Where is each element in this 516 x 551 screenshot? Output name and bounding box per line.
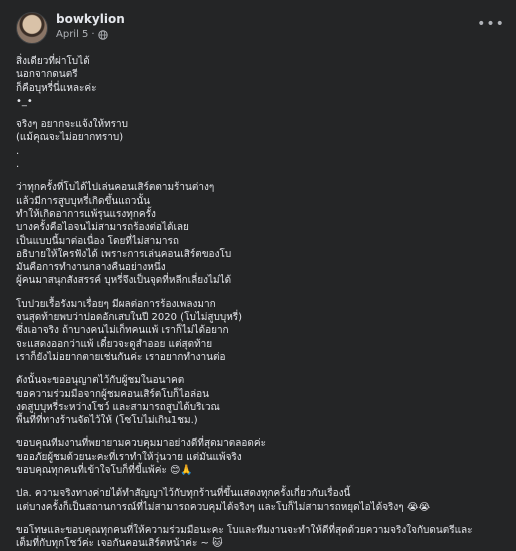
post-paragraph: ขอโทษและขอบคุณทุกคนที่ให้ความร่วมมือนะคะ…: [16, 524, 502, 551]
post-text-line: จริงๆ อยากจะแจ้งให้ทราบ: [16, 119, 129, 131]
post-body: สิ่งเดียวที่ผ่าโบได้นอกจากดนตรี ก็คือบุหร…: [16, 55, 502, 551]
post-text-line: มันคือการทำงานกลางคืนอย่างหนึ่ง: [16, 262, 166, 274]
post-header: bowkylion April 5 ·: [16, 12, 502, 52]
post-text-line: นอกจากดนตรี: [16, 69, 78, 81]
post-text-line: (แม้คุณจะไม่อยากทราบ): [16, 132, 124, 144]
post-subline: April 5 ·: [56, 28, 125, 42]
post-text-line: จะแสดงออกว่าแพ้ เดี๋ยวจะดูสำออย แต่สุดท้…: [16, 338, 213, 350]
post-text-line: ขอบคุณทีมงานที่พยายามควบคุมมาอย่างดีที่ส…: [16, 438, 266, 450]
more-options-button[interactable]: •••: [477, 16, 505, 32]
post-text-line: ขออภัยผู้ชมด้วยนะคะที่เราทำให้วุ่นวาย แต…: [16, 451, 242, 463]
post-text-line: ผู้คนมาสนุกสังสรรค์ บุหรี่จึงเป็นจุดที่ห…: [16, 275, 232, 287]
post-paragraph: ขอบคุณทีมงานที่พยายามควบคุมมาอย่างดีที่ส…: [16, 437, 502, 477]
post-text-line: พื้นที่ที่ทางร้านจัดไว้ให้ (โซโบไม่เกิน1…: [16, 415, 198, 427]
post-text-line: แต่บางครั้งก็เป็นสถานการณ์ที่ไม่สามารถคว…: [16, 501, 431, 513]
post-text-line: .: [16, 159, 20, 171]
post-text-line: ปล. ความจริงทางค่ายได้ทำสัญญาไว้กับทุกร้…: [16, 488, 351, 500]
post-text-line: จนสุดท้ายพบว่าปอดอักเสบในปี 2020 (โบไม่ส…: [16, 312, 243, 324]
post-paragraph: สิ่งเดียวที่ผ่าโบได้นอกจากดนตรี ก็คือบุหร…: [16, 55, 502, 108]
facebook-post: bowkylion April 5 · ••• สิ่งเดียวที่ผ่าโ…: [0, 0, 516, 549]
post-text-line: อธิบายให้ใครฟังได้ เพราะการเล่นคอนเสิร์ต…: [16, 248, 232, 260]
post-meta: bowkylion April 5 ·: [56, 12, 125, 42]
post-text-line: ขอโทษและขอบคุณทุกคนที่ให้ความร่วมมือนะคะ…: [16, 524, 473, 536]
post-paragraph: โบปวยเรื้อรังมาเรื่อยๆ มีผลต่อการร้องเพล…: [16, 298, 502, 364]
post-text-line: เต็มที่กับทุกโชว์ค่ะ เจอกันคอนเสิร์ตหน้า…: [16, 538, 223, 550]
post-text-line: แล้วมีการสูบบุหรี่เกิดขึ้นแถวนั้น: [16, 195, 151, 207]
globe-icon[interactable]: [97, 30, 108, 40]
post-text-line: ก็คือบุหรี่นี่แหละค่ะ: [16, 82, 97, 94]
avatar[interactable]: [16, 12, 48, 44]
post-text-line: เราก็ยังไม่อยากตายเช่นกันค่ะ เราอยากทำงา…: [16, 351, 226, 363]
post-paragraph: ดังนั้นจะขออนุญาตไว้กับผู้ชมในอนาคต ขอควา…: [16, 374, 502, 427]
post-text-line: สิ่งเดียวที่ผ่าโบได้: [16, 56, 90, 67]
post-text-line: ว่าทุกครั้งที่โบได้ไปเล่นคอนเสิร์ตตามร้า…: [16, 182, 215, 194]
post-date[interactable]: April 5: [56, 28, 88, 42]
author-name[interactable]: bowkylion: [56, 12, 125, 27]
post-text-line: .: [16, 145, 20, 157]
post-paragraph: จริงๆ อยากจะแจ้งให้ทราบ (แม้คุณจะไม่อยากท…: [16, 118, 502, 171]
post-paragraph: ปล. ความจริงทางค่ายได้ทำสัญญาไว้กับทุกร้…: [16, 487, 502, 514]
post-text-line: งดสูบบุหรี่ระหว่างโชว์ และสามารถสูบได้บร…: [16, 401, 220, 413]
post-text-line: ดังนั้นจะขออนุญาตไว้กับผู้ชมในอนาคต: [16, 375, 185, 387]
post-text-line: เป็นแบบนี้มาต่อเนื่อง โดยที่ไม่สามารถ: [16, 235, 179, 247]
post-text-line: •_•: [16, 95, 33, 107]
post-text-line: ขอความร่วมมือจากผู้ชมคอนเสิร์ตโบก็ไอล่อน: [16, 388, 209, 400]
post-text-line: ทำให้เกิดอาการแพ้รุนแรงทุกครั้ง: [16, 208, 156, 220]
post-text-line: บางครั้งคือไอจนไม่สามารถร้องต่อได้เลย: [16, 222, 189, 234]
post-text-line: ซึ่งเอาจริง ถ้าบางคนไม่เก็ทคนแพ้ เราก็ไม…: [16, 325, 229, 337]
post-text-line: โบปวยเรื้อรังมาเรื่อยๆ มีผลต่อการร้องเพล…: [16, 298, 216, 310]
post-paragraph: ว่าทุกครั้งที่โบได้ไปเล่นคอนเสิร์ตตามร้า…: [16, 181, 502, 287]
separator-dot: ·: [91, 29, 95, 40]
ellipsis-icon: •••: [477, 16, 505, 32]
post-text-line: ขอบคุณทุกคนที่เข้าใจโบก็ที่ขี้แพ้ค่ะ 😊🙏: [16, 465, 193, 477]
